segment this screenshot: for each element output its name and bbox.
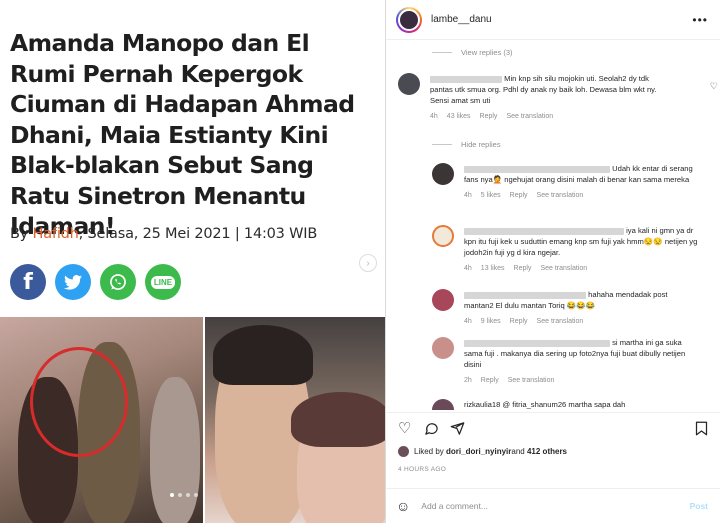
- comments-list[interactable]: View replies (3) Min knp sih silu mojoki…: [386, 41, 720, 410]
- redacted-username[interactable]: [464, 339, 610, 347]
- byline-prefix: By: [10, 226, 33, 242]
- facebook-share-button[interactable]: f: [10, 264, 46, 300]
- post-username[interactable]: lambe__danu: [431, 14, 492, 25]
- photo-hair: [291, 392, 385, 447]
- likes-count[interactable]: 13 likes: [481, 263, 505, 274]
- whatsapp-share-button[interactable]: [100, 264, 136, 300]
- chevron-right-icon[interactable]: ›: [359, 254, 377, 272]
- bookmark-icon[interactable]: [695, 421, 708, 439]
- liker-username[interactable]: dori_dori_nyinyir: [446, 447, 511, 456]
- comment-text: rizkaulia18 @ fitria_shanum26 martha sap…: [464, 400, 626, 409]
- photo-figure: [150, 377, 200, 523]
- instagram-panel: lambe__danu ••• View replies (3) Min knp…: [386, 0, 720, 523]
- like-heart-icon[interactable]: ♡: [710, 81, 718, 92]
- article-date: , Selasa, 25 Mei 2021 | 14:03 WIB: [78, 226, 318, 242]
- post-comment-button[interactable]: Post: [690, 501, 708, 511]
- article-byline: By Hafidh, Selasa, 25 Mei 2021 | 14:03 W…: [10, 226, 317, 242]
- likes-others-link[interactable]: 412 others: [527, 447, 567, 456]
- post-header: lambe__danu •••: [386, 0, 720, 40]
- whatsapp-icon: [110, 274, 126, 290]
- post-actions-bar: ♡: [386, 412, 720, 442]
- see-translation-link[interactable]: See translation: [537, 190, 584, 201]
- reply-button[interactable]: Reply: [480, 111, 498, 122]
- line-share-button[interactable]: LINE: [145, 264, 181, 300]
- liker-avatar[interactable]: [398, 446, 409, 457]
- share-icon[interactable]: [450, 421, 465, 439]
- redacted-username[interactable]: [464, 165, 610, 173]
- avatar[interactable]: [398, 73, 420, 95]
- carousel-dots[interactable]: [170, 493, 198, 497]
- avatar[interactable]: [432, 225, 454, 247]
- add-comment-bar: ☺ Post: [386, 488, 720, 523]
- see-translation-link[interactable]: See translation: [540, 263, 587, 274]
- likes-count[interactable]: 5 likes: [481, 190, 501, 201]
- twitter-icon: [64, 274, 82, 290]
- more-options-icon[interactable]: •••: [692, 13, 708, 27]
- redacted-username[interactable]: [430, 75, 502, 83]
- post-timestamp: 4 HOURS AGO: [398, 466, 447, 473]
- facebook-icon: f: [23, 269, 33, 295]
- redacted-username[interactable]: [464, 227, 624, 235]
- twitter-share-button[interactable]: [55, 264, 91, 300]
- avatar[interactable]: [432, 337, 454, 359]
- photo-hair: [213, 325, 313, 385]
- article-photo-left: [0, 317, 203, 523]
- reply-button[interactable]: Reply: [510, 190, 528, 201]
- reply-button[interactable]: Reply: [514, 263, 532, 274]
- redacted-username[interactable]: [464, 291, 586, 299]
- share-buttons: f LINE: [10, 264, 181, 300]
- see-translation-link[interactable]: See translation: [508, 375, 555, 386]
- see-translation-link[interactable]: See translation: [506, 111, 553, 122]
- liked-by: Liked by dori_dori_nyinyir and 412 other…: [398, 446, 567, 457]
- comment-icon[interactable]: [424, 421, 439, 439]
- article-panel: Amanda Manopo dan El Rumi Pernah Kepergo…: [0, 0, 386, 523]
- see-translation-link[interactable]: See translation: [537, 316, 584, 327]
- red-circle-highlight: [30, 347, 128, 457]
- likes-count[interactable]: 9 likes: [481, 316, 501, 327]
- view-replies-toggle[interactable]: View replies (3): [432, 48, 513, 57]
- reply-button[interactable]: Reply: [510, 316, 528, 327]
- profile-avatar[interactable]: [396, 6, 422, 33]
- heart-icon[interactable]: ♡: [398, 421, 411, 436]
- comment-input[interactable]: [421, 501, 662, 511]
- avatar[interactable]: [432, 163, 454, 185]
- avatar[interactable]: [432, 289, 454, 311]
- avatar[interactable]: [432, 399, 454, 410]
- reply-button[interactable]: Reply: [481, 375, 499, 386]
- emoji-icon[interactable]: ☺: [396, 498, 410, 514]
- article-photo-right: [205, 317, 385, 523]
- hide-replies-toggle[interactable]: Hide replies: [432, 140, 501, 149]
- line-icon: LINE: [150, 275, 176, 289]
- likes-count[interactable]: 43 likes: [447, 111, 471, 122]
- article-headline: Amanda Manopo dan El Rumi Pernah Kepergo…: [10, 29, 355, 240]
- author-link[interactable]: Hafidh: [33, 226, 79, 242]
